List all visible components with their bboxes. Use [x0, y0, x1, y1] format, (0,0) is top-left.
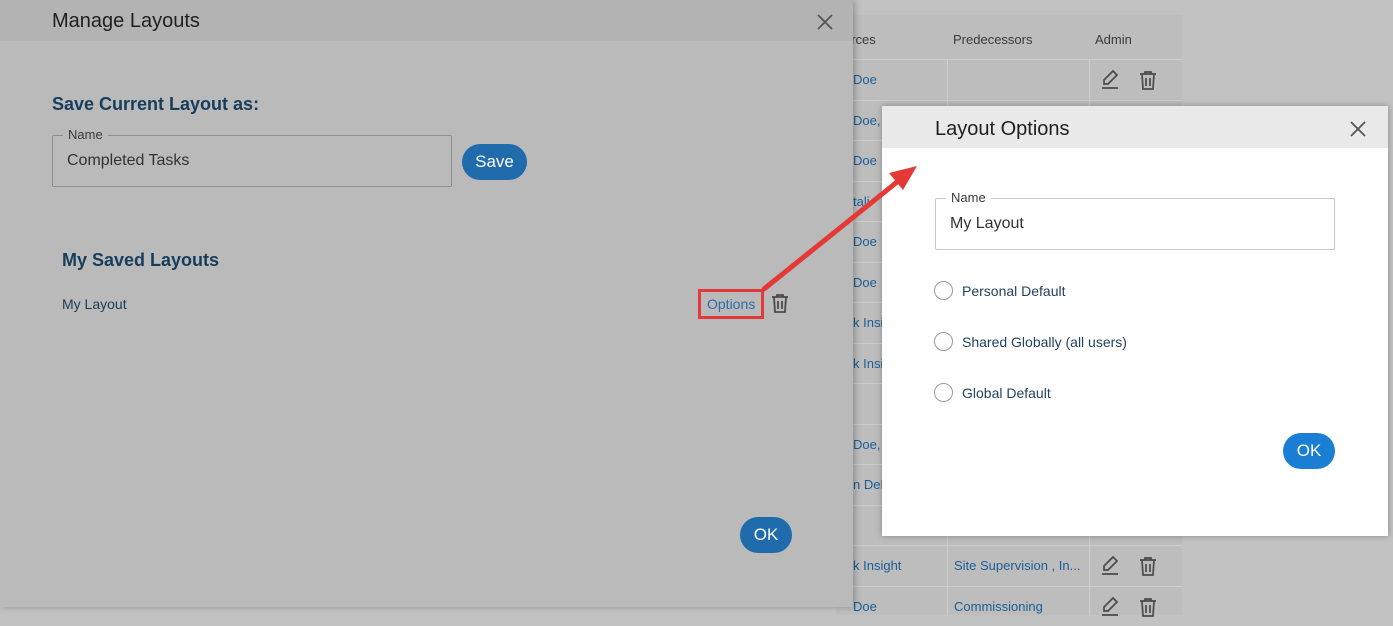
manage-layouts-ok-button[interactable]: OK — [740, 517, 792, 553]
close-icon[interactable] — [816, 13, 834, 31]
grid-row: k Insight Site Supervision , In... — [836, 545, 1182, 585]
grid-admin-icons — [1098, 68, 1160, 92]
layout-options-title: Layout Options — [935, 118, 1070, 140]
radio-label: Personal Default — [962, 282, 1066, 299]
grid-cell-predecessor: Site Supervision , In... — [954, 558, 1081, 573]
save-layout-section-title: Save Current Layout as: — [52, 94, 260, 114]
layout-options-name-field[interactable]: Name — [935, 190, 1335, 250]
layout-options-modal: Layout Options Name Personal Default Sha… — [882, 106, 1388, 536]
grid-header-admin: Admin — [1095, 32, 1132, 47]
layout-name-label: Name — [63, 127, 108, 142]
delete-layout-trash-icon[interactable] — [768, 291, 792, 315]
layout-name-field[interactable]: Name — [52, 127, 452, 187]
radio-label: Shared Globally (all users) — [962, 333, 1127, 350]
layout-options-name-label: Name — [946, 190, 991, 205]
radio-circle[interactable] — [934, 332, 953, 351]
saved-layout-name: My Layout — [62, 296, 127, 312]
radio-shared-globally[interactable]: Shared Globally (all users) — [934, 332, 1127, 351]
options-link[interactable]: Options — [707, 296, 755, 312]
edit-icon[interactable] — [1098, 68, 1122, 92]
grid-admin-icons — [1098, 554, 1160, 578]
grid-row: Doe — [836, 59, 1182, 99]
radio-label: Global Default — [962, 384, 1051, 401]
manage-layouts-title: Manage Layouts — [52, 10, 200, 32]
grid-cell-resource: Doe — [853, 72, 877, 87]
grid-cell-resource: Doe — [853, 598, 877, 614]
grid-cell-predecessor: Commissioning — [954, 598, 1043, 614]
save-button[interactable]: Save — [462, 144, 527, 180]
layout-options-ok-button[interactable]: OK — [1283, 433, 1335, 469]
close-icon[interactable] — [1349, 120, 1367, 138]
layout-options-name-input[interactable] — [948, 214, 1308, 234]
manage-layouts-header: Manage Layouts — [0, 0, 853, 41]
layout-options-header: Layout Options — [882, 106, 1388, 148]
grid-header-predecessors: Predecessors — [953, 32, 1033, 47]
edit-icon[interactable] — [1098, 554, 1122, 578]
trash-icon[interactable] — [1136, 68, 1160, 92]
grid-row: Doe Commissioning — [836, 585, 1182, 626]
grid-cell-resource: k Insight — [853, 558, 902, 573]
radio-circle[interactable] — [934, 281, 953, 300]
manage-layouts-modal: Manage Layouts Save Current Layout as: N… — [0, 0, 853, 607]
trash-icon[interactable] — [1136, 554, 1160, 578]
grid-header: urces Predecessors Admin — [836, 15, 1182, 59]
radio-personal-default[interactable]: Personal Default — [934, 281, 1066, 300]
radio-global-default[interactable]: Global Default — [934, 383, 1051, 402]
layout-name-input[interactable] — [65, 151, 425, 171]
saved-layouts-section-title: My Saved Layouts — [62, 250, 220, 270]
radio-circle[interactable] — [934, 383, 953, 402]
